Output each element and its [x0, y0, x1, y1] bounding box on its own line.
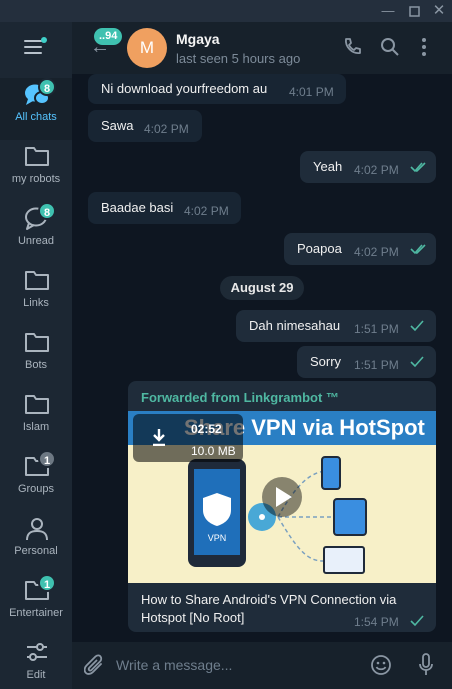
video-size: 10.0 MB — [191, 444, 236, 458]
folder-bots[interactable]: Bots — [0, 326, 72, 388]
message-bubble-outgoing[interactable]: Dah nimesahau 1:51 PM — [236, 310, 436, 342]
message-bubble-incoming[interactable]: Ni download yourfreedom au 4:01 PM — [88, 74, 346, 104]
close-window-icon[interactable]: ✕ — [429, 2, 449, 20]
message-time: 4:02 PM — [184, 204, 229, 218]
menu-notification-dot — [41, 37, 47, 43]
chat-title[interactable]: Mgaya — [176, 31, 220, 47]
folder-icon — [25, 395, 49, 414]
folder-label: Personal — [14, 545, 58, 557]
folder-icon — [25, 271, 49, 290]
message-time: 4:02 PM — [354, 245, 399, 259]
folder-badge: 8 — [38, 202, 56, 220]
phone-icon[interactable] — [342, 37, 362, 62]
download-icon — [153, 429, 165, 446]
double-check-icon — [410, 162, 426, 173]
double-check-icon — [410, 244, 426, 255]
message-bubble-incoming[interactable]: Baadae basi 4:02 PM — [88, 192, 241, 224]
minimize-icon[interactable]: — — [378, 2, 398, 20]
folder-groups[interactable]: 1 Groups — [0, 450, 72, 512]
main-menu-button[interactable] — [24, 37, 47, 56]
folder-label: my robots — [11, 173, 61, 185]
folder-entertainer[interactable]: 1 Entertainer — [0, 574, 72, 636]
message-text: Poapoa — [297, 241, 342, 256]
check-icon — [410, 356, 424, 368]
folder-icon — [25, 333, 49, 352]
person-icon — [26, 518, 48, 541]
message-list[interactable]: Ni download yourfreedom au 4:01 PM Sawa … — [72, 74, 452, 642]
message-time: 4:02 PM — [144, 122, 189, 136]
avatar[interactable]: M — [127, 28, 167, 68]
message-bubble-outgoing[interactable]: Sorry 1:51 PM — [297, 346, 436, 378]
folder-badge: 1 — [38, 450, 56, 468]
sliders-icon — [27, 643, 47, 661]
folder-label: Edit — [26, 669, 46, 681]
folder-badge: 1 — [38, 574, 56, 592]
emoji-icon[interactable] — [370, 654, 392, 676]
message-text: Sorry — [310, 354, 342, 369]
folder-label: Unread — [17, 235, 55, 247]
attach-icon[interactable] — [84, 654, 106, 678]
message-time: 1:51 PM — [354, 358, 399, 372]
message-time: 4:02 PM — [354, 163, 399, 177]
check-icon — [410, 320, 424, 332]
folder-personal[interactable]: Personal — [0, 512, 72, 574]
message-bubble-outgoing[interactable]: Poapoa 4:02 PM — [284, 233, 436, 265]
message-text: Baadae basi — [101, 200, 174, 215]
folder-label: Bots — [24, 359, 47, 371]
vpn-label: VPN — [208, 533, 227, 543]
folder-label: Entertainer — [9, 607, 63, 619]
folder-label: Islam — [22, 421, 50, 433]
folder-label: All chats — [15, 111, 57, 123]
download-overlay[interactable]: 02:52 10.0 MB — [133, 414, 243, 462]
message-time: 4:01 PM — [289, 85, 334, 99]
microphone-icon[interactable] — [418, 653, 434, 677]
message-time: 1:51 PM — [354, 322, 399, 336]
forwarded-video-message[interactable]: Forwarded from Linkgrambot ™ VPN Share V… — [128, 381, 436, 632]
message-bubble-outgoing[interactable]: Yeah 4:02 PM — [300, 151, 436, 183]
last-seen-status: last seen 5 hours ago — [176, 51, 301, 66]
date-separator: August 29 — [220, 276, 304, 300]
folder-unread[interactable]: 8 Unread — [0, 202, 72, 264]
folder-my-robots[interactable]: my robots — [0, 140, 72, 202]
message-time: 1:54 PM — [354, 615, 399, 629]
folder-islam[interactable]: Islam — [0, 388, 72, 450]
folder-label: Groups — [17, 483, 55, 495]
folder-all-chats[interactable]: 8 All chats — [0, 78, 72, 140]
check-icon — [410, 615, 424, 627]
folders-sidebar: 8 All chats my robots 8 Unread Links Bot… — [0, 22, 72, 689]
unread-count-badge: ..94 — [94, 28, 123, 45]
chat-header: ← ..94 M Mgaya last seen 5 hours ago — [72, 22, 452, 74]
folder-edit[interactable]: Edit — [0, 636, 72, 689]
more-options-icon[interactable] — [420, 37, 428, 62]
message-text: Dah nimesahau — [249, 318, 341, 333]
video-duration: 02:52 — [191, 422, 222, 436]
forwarded-from-label[interactable]: Forwarded from Linkgrambot ™ — [141, 390, 339, 405]
message-composer — [72, 642, 452, 689]
window-titlebar: — ✕ — [0, 0, 452, 22]
message-input[interactable] — [116, 650, 356, 680]
maximize-icon[interactable] — [404, 2, 424, 20]
folder-links[interactable]: Links — [0, 264, 72, 326]
message-text: Sawa — [101, 118, 134, 133]
message-text: Yeah — [313, 159, 343, 174]
folder-badge: 8 — [38, 78, 56, 96]
message-bubble-incoming[interactable]: Sawa 4:02 PM — [88, 110, 202, 142]
folder-icon — [25, 147, 49, 166]
folder-label: Links — [23, 297, 49, 309]
message-text: Ni download yourfreedom au — [101, 81, 268, 96]
search-icon[interactable] — [380, 37, 400, 62]
